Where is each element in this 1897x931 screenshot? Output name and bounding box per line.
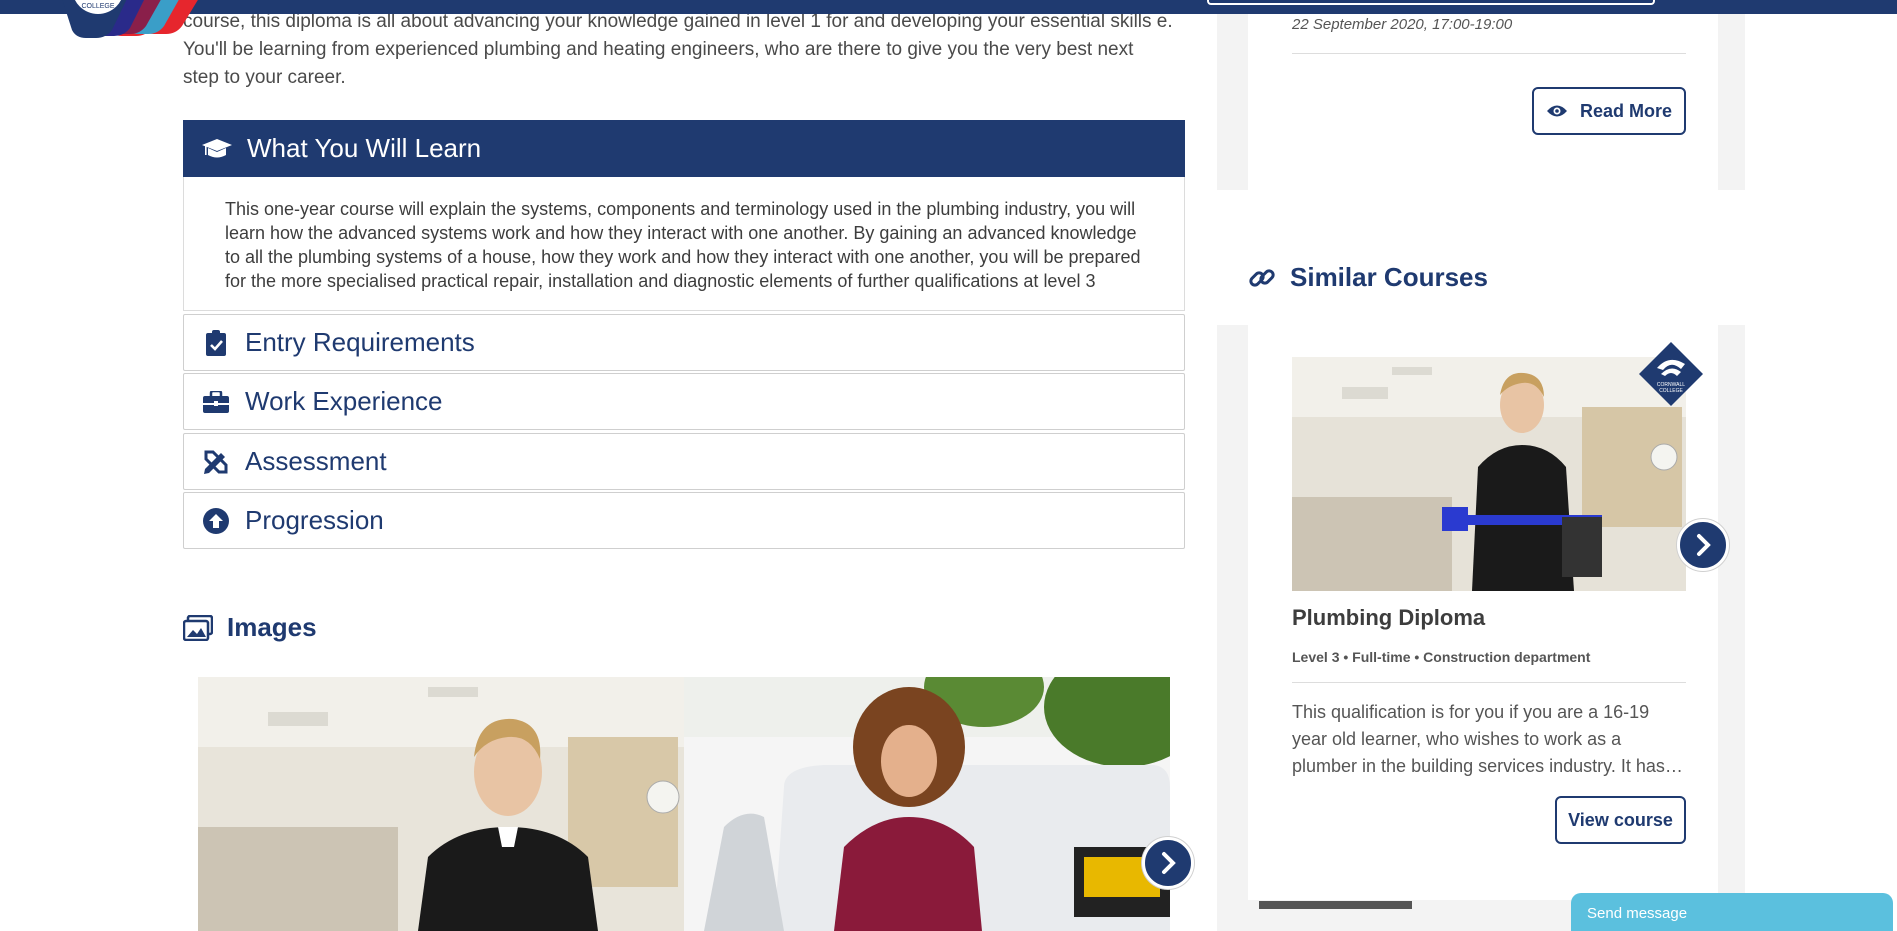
images-heading: Images bbox=[183, 612, 317, 643]
read-more-label: Read More bbox=[1579, 100, 1673, 121]
event-date: 22 September 2020, 17:00-19:00 bbox=[1292, 16, 1513, 33]
gallery-photo-plumber-student[interactable] bbox=[198, 677, 684, 931]
course-description: This qualification is for you if you are… bbox=[1292, 699, 1686, 780]
similar-courses-heading-text: Similar Courses bbox=[1290, 262, 1488, 292]
course-title[interactable]: Plumbing Diploma bbox=[1292, 605, 1485, 631]
send-message-chat-button[interactable]: Send message bbox=[1571, 893, 1893, 931]
chevron-right-icon bbox=[1697, 534, 1711, 556]
graduation-cap-icon bbox=[201, 133, 233, 165]
similar-courses-heading: Similar Courses bbox=[1248, 262, 1488, 293]
read-more-button[interactable]: Read More bbox=[1532, 87, 1686, 135]
divider bbox=[1292, 53, 1686, 54]
link-icon bbox=[1248, 264, 1276, 292]
accordion-label: Progression bbox=[245, 505, 384, 535]
course-description-text: This qualification is for you if you are… bbox=[1292, 702, 1665, 776]
course-intro-text: course, this diploma is all about advanc… bbox=[183, 11, 1173, 88]
accordion-work-experience[interactable]: Work Experience bbox=[183, 373, 1185, 430]
divider bbox=[1292, 682, 1686, 683]
svg-text:COLLEGE: COLLEGE bbox=[81, 3, 114, 10]
cornwall-college-logo[interactable]: CORNWALL COLLEGE bbox=[50, 0, 290, 56]
college-badge: CORNWALL COLLEGE bbox=[1639, 342, 1703, 406]
accordion-label: Entry Requirements bbox=[245, 327, 475, 357]
course-image[interactable] bbox=[1292, 357, 1686, 591]
course-carousel-next-button[interactable] bbox=[1677, 519, 1729, 571]
accordion-assessment[interactable]: Assessment bbox=[183, 433, 1185, 490]
accordion-body: This one-year course will explain the sy… bbox=[183, 177, 1185, 311]
images-heading-text: Images bbox=[227, 612, 317, 642]
gallery-photo-female-plumber-van[interactable] bbox=[684, 677, 1170, 931]
images-icon bbox=[183, 614, 213, 641]
svg-text:CORNWALL: CORNWALL bbox=[78, 0, 118, 2]
course-meta: Level 3 • Full-time • Construction depar… bbox=[1292, 649, 1591, 665]
pencil-ruler-icon bbox=[201, 447, 231, 477]
clipboard-check-icon bbox=[201, 328, 231, 358]
accordion-entry-requirements[interactable]: Entry Requirements bbox=[183, 314, 1185, 371]
chevron-right-icon bbox=[1162, 852, 1176, 874]
arrow-circle-up-icon bbox=[201, 506, 231, 536]
accordion-label: Assessment bbox=[245, 446, 387, 476]
briefcase-icon bbox=[201, 387, 231, 417]
accordion-title: What You Will Learn bbox=[247, 133, 482, 163]
accordion-what-you-will-learn[interactable]: What You Will Learn bbox=[183, 120, 1185, 177]
svg-text:COLLEGE: COLLEGE bbox=[1659, 388, 1683, 394]
accordion-label: Work Experience bbox=[245, 386, 443, 416]
gallery-next-button[interactable] bbox=[1142, 837, 1194, 889]
carousel-scrollbar[interactable] bbox=[1259, 901, 1412, 909]
image-gallery bbox=[198, 677, 1170, 931]
eye-icon bbox=[1546, 104, 1568, 118]
accordion-progression[interactable]: Progression bbox=[183, 492, 1185, 549]
sidebar-gap bbox=[1217, 190, 1745, 325]
search-input[interactable] bbox=[1207, 0, 1655, 5]
view-course-button[interactable]: View course bbox=[1555, 796, 1686, 844]
